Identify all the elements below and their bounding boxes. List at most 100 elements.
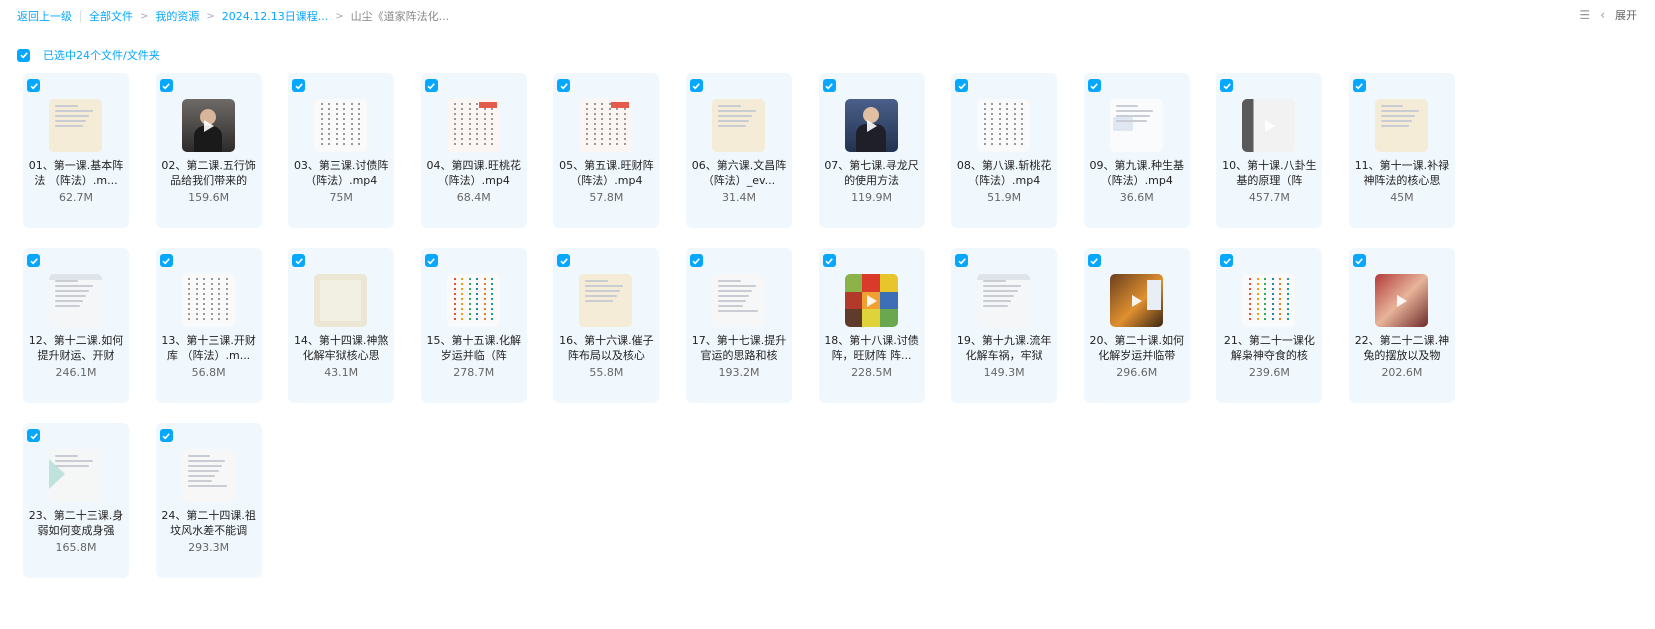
file-card[interactable]: 01、第一课.基本阵法 （阵法）.m... 62.7M <box>23 73 129 228</box>
check-icon <box>1355 82 1364 89</box>
file-checkbox[interactable] <box>689 254 703 267</box>
file-checkbox[interactable] <box>822 79 836 92</box>
file-card[interactable]: 19、第十九课.流年化解车祸，牢狱 149.3M <box>951 248 1058 403</box>
chevron-right-icon: > <box>206 10 215 22</box>
file-checkbox[interactable] <box>27 79 40 92</box>
file-card[interactable]: 02、第二课.五行饰品给我们带来的 159.6M <box>155 73 262 228</box>
file-checkbox[interactable] <box>557 79 571 92</box>
file-thumbnail <box>579 274 633 327</box>
file-checkbox[interactable] <box>292 79 306 92</box>
file-checkbox[interactable] <box>1220 79 1234 92</box>
file-checkbox[interactable] <box>27 429 40 442</box>
select-all-checkbox[interactable] <box>17 48 30 62</box>
file-thumbnail <box>711 99 765 152</box>
file-card[interactable]: 24、第二十四课.祖坟风水差不能调 293.3M <box>155 423 262 578</box>
file-checkbox[interactable] <box>1087 254 1101 267</box>
selection-count: 已选中24个文件/文件夹 <box>43 49 160 62</box>
file-card[interactable]: 16、第十六课.催子阵布局以及核心 55.8M <box>553 248 660 403</box>
file-size: 119.9M <box>851 191 893 204</box>
back-link[interactable]: 返回上一级 <box>17 8 72 24</box>
file-card[interactable]: 07、第七课.寻龙尺的使用方法 119.9M <box>818 73 925 228</box>
file-checkbox[interactable] <box>1220 254 1234 267</box>
check-icon <box>162 257 170 264</box>
file-size: 45M <box>1390 191 1414 204</box>
file-size: 202.6M <box>1381 366 1423 379</box>
file-card[interactable]: 15、第十五课.化解岁运并临（阵 278.7M <box>420 248 527 403</box>
file-checkbox[interactable] <box>292 254 306 267</box>
file-card[interactable]: 22、第二十二课.神兔的摆放以及物 202.6M <box>1348 248 1455 403</box>
file-checkbox[interactable] <box>424 79 438 92</box>
file-card[interactable]: 17、第十七课.提升官运的思路和核 193.2M <box>685 248 792 403</box>
file-checkbox[interactable] <box>1087 79 1101 92</box>
check-icon <box>295 257 303 264</box>
check-icon <box>560 82 568 89</box>
chevron-right-icon: > <box>140 10 149 22</box>
file-card[interactable]: 23、第二十三课.身弱如何变成身强 165.8M <box>23 423 129 578</box>
file-thumbnail <box>49 449 102 502</box>
file-thumbnail <box>314 274 368 327</box>
file-thumbnail <box>977 99 1031 152</box>
check-icon <box>1090 257 1099 264</box>
file-name: 24、第二十四课.祖坟风水差不能调 <box>161 509 256 537</box>
breadcrumb-item-course-folder[interactable]: 2024.12.13日课程... <box>222 8 328 24</box>
file-size: 159.6M <box>188 191 230 204</box>
file-checkbox[interactable] <box>557 254 571 267</box>
check-icon <box>1090 82 1099 89</box>
file-card[interactable]: 08、第八课.斩桃花 （阵法）.mp4 51.9M <box>951 73 1058 228</box>
file-name: 07、第七课.寻龙尺的使用方法 <box>824 159 919 187</box>
file-thumbnail <box>1242 274 1296 327</box>
file-card[interactable]: 03、第三课.讨债阵 （阵法）.mp4 75M <box>288 73 395 228</box>
file-thumbnail <box>1242 99 1296 152</box>
check-icon <box>1223 82 1231 89</box>
expand-button[interactable]: 展开 <box>1615 7 1637 23</box>
chevron-left-icon[interactable]: ‹ <box>1600 8 1605 22</box>
list-view-icon[interactable]: ☰ <box>1579 8 1590 22</box>
check-icon <box>19 52 28 59</box>
file-checkbox[interactable] <box>424 254 438 267</box>
file-name: 03、第三课.讨债阵 （阵法）.mp4 <box>293 159 389 187</box>
file-name: 20、第二十课.如何化解岁运并临带 <box>1089 334 1185 362</box>
file-thumbnail <box>579 99 633 152</box>
file-card[interactable]: 13、第十三课.开财库 （阵法）.m... 56.8M <box>155 248 262 403</box>
file-name: 16、第十六课.催子阵布局以及核心 <box>559 334 654 362</box>
file-thumbnail <box>181 449 235 502</box>
breadcrumb-item-my-resources[interactable]: 我的资源 <box>155 8 199 24</box>
file-thumbnail <box>844 274 898 327</box>
file-card[interactable]: 04、第四课.旺桃花（阵法）.mp4 68.4M <box>420 73 527 228</box>
file-thumbnail <box>844 99 898 152</box>
file-checkbox[interactable] <box>955 254 969 267</box>
check-icon <box>427 257 436 264</box>
check-icon <box>29 432 38 439</box>
check-icon <box>29 82 38 89</box>
file-checkbox[interactable] <box>27 254 40 267</box>
file-name: 08、第八课.斩桃花 （阵法）.mp4 <box>956 159 1052 187</box>
file-card[interactable]: 12、第十二课.如何提升财运、开财 246.1M <box>23 248 129 403</box>
file-checkbox[interactable] <box>1352 79 1366 92</box>
file-checkbox[interactable] <box>955 79 969 92</box>
breadcrumb: 返回上一级 全部文件 > 我的资源 > 2024.12.13日课程... > 山… <box>17 9 449 23</box>
file-card[interactable]: 10、第十课.八卦生基的原理（阵 457.7M <box>1216 73 1323 228</box>
file-checkbox[interactable] <box>159 429 173 442</box>
file-card[interactable]: 20、第二十课.如何化解岁运并临带 296.6M <box>1083 248 1190 403</box>
file-name: 13、第十三课.开财库 （阵法）.m... <box>161 334 256 362</box>
file-card[interactable]: 21、第二十一课化解枭神夺食的核 239.6M <box>1216 248 1323 403</box>
file-card[interactable]: 05、第五课.旺财阵 （阵法）.mp4 57.8M <box>553 73 660 228</box>
file-checkbox[interactable] <box>689 79 703 92</box>
file-checkbox[interactable] <box>1352 254 1366 267</box>
check-icon <box>692 257 701 264</box>
file-size: 239.6M <box>1248 366 1290 379</box>
file-checkbox[interactable] <box>159 79 173 92</box>
breadcrumb-item-all-files[interactable]: 全部文件 <box>89 8 133 24</box>
file-size: 31.4M <box>721 191 756 204</box>
file-card[interactable]: 09、第九课.种生基（阵法）.mp4 36.6M <box>1083 73 1190 228</box>
breadcrumb-item-current: 山尘《道家阵法化... <box>350 10 450 23</box>
file-size: 228.5M <box>851 366 893 379</box>
check-icon <box>295 82 303 89</box>
file-card[interactable]: 06、第六课.文昌阵 （阵法）_ev... 31.4M <box>685 73 792 228</box>
file-card[interactable]: 14、第十四课.神煞化解牢狱核心思 43.1M <box>288 248 395 403</box>
file-card[interactable]: 18、第十八课.讨债阵，旺财阵 阵... 228.5M <box>818 248 925 403</box>
file-checkbox[interactable] <box>159 254 173 267</box>
file-checkbox[interactable] <box>822 254 836 267</box>
file-thumbnail <box>49 274 102 327</box>
file-card[interactable]: 11、第十一课.补禄神阵法的核心思 45M <box>1348 73 1455 228</box>
